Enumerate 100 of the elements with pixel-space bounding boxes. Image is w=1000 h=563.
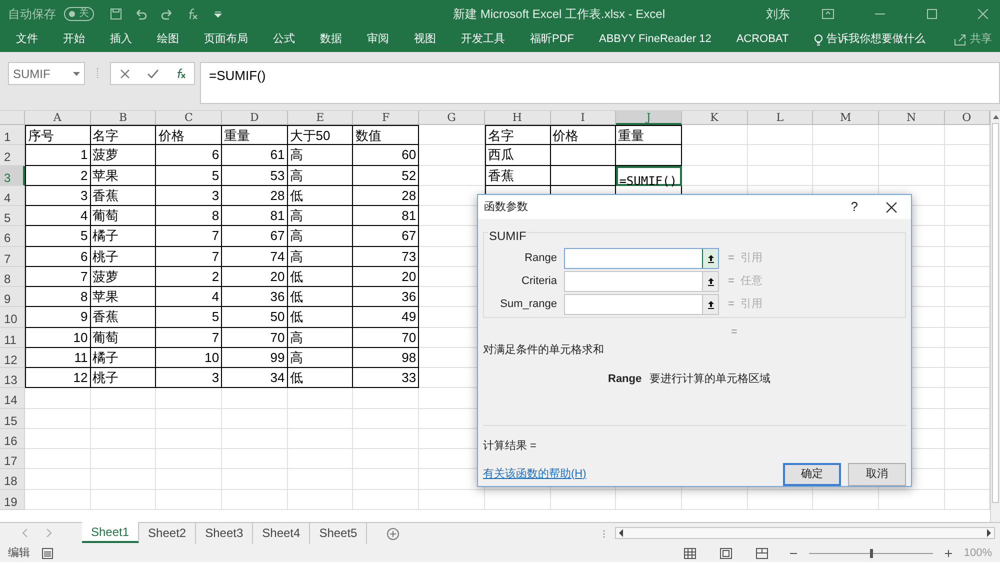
- cancel-icon[interactable]: [120, 68, 130, 78]
- column-header[interactable]: J: [616, 111, 682, 125]
- row-header[interactable]: 15: [0, 408, 25, 429]
- empty-cell: [90, 388, 156, 408]
- column-header[interactable]: E: [288, 111, 354, 125]
- maximize-icon[interactable]: [926, 8, 938, 18]
- row-header[interactable]: 19: [0, 490, 25, 510]
- row-header[interactable]: 1: [0, 125, 25, 146]
- row-header[interactable]: 10: [0, 307, 25, 328]
- cancel-button[interactable]: 取消: [848, 462, 906, 486]
- undo-icon[interactable]: [134, 8, 148, 20]
- ribbon-tab[interactable]: 页面布局: [204, 31, 248, 48]
- ok-button[interactable]: 确定: [783, 462, 841, 486]
- enter-icon[interactable]: [146, 68, 158, 78]
- insert-function-icon[interactable]: [176, 68, 186, 79]
- column-header[interactable]: G: [419, 111, 485, 125]
- horizontal-scrollbar[interactable]: [615, 527, 995, 539]
- row-header[interactable]: 11: [0, 328, 25, 348]
- function-description: 对满足条件的单元格求和: [483, 343, 604, 358]
- empty-cell: [90, 428, 156, 449]
- ribbon-tab[interactable]: 审阅: [367, 31, 389, 48]
- row-header[interactable]: 6: [0, 226, 25, 246]
- argument-field[interactable]: [564, 248, 719, 269]
- function-icon[interactable]: [186, 8, 198, 20]
- table-cell: 28: [222, 186, 288, 206]
- column-header[interactable]: M: [813, 111, 879, 125]
- column-header[interactable]: L: [748, 111, 814, 125]
- page-layout-icon[interactable]: [720, 548, 732, 558]
- customize-icon[interactable]: [214, 10, 222, 18]
- add-sheet-icon[interactable]: [387, 528, 400, 540]
- row-header[interactable]: 8: [0, 266, 25, 287]
- name-box[interactable]: SUMIF: [8, 62, 85, 85]
- column-header[interactable]: A: [25, 111, 91, 125]
- collapse-dialog-icon[interactable]: [706, 254, 714, 263]
- row-header[interactable]: 16: [0, 428, 25, 449]
- column-heading-cell: 大于50: [288, 125, 354, 146]
- vertical-scrollbar[interactable]: [990, 111, 1000, 522]
- table-cell: 低: [288, 368, 354, 388]
- ribbon-tab[interactable]: ABBYY FineReader 12: [599, 31, 712, 48]
- ribbon-tab[interactable]: 插入: [110, 31, 132, 48]
- row-header[interactable]: 9: [0, 287, 25, 308]
- column-header[interactable]: N: [878, 111, 945, 125]
- row-header[interactable]: 13: [0, 368, 25, 388]
- ribbon-tab[interactable]: ACROBAT: [736, 31, 789, 48]
- collapse-dialog-icon[interactable]: [706, 300, 714, 309]
- column-header[interactable]: C: [156, 111, 222, 125]
- row-header[interactable]: 17: [0, 449, 25, 470]
- row-header[interactable]: 7: [0, 246, 25, 267]
- empty-cell: [288, 449, 354, 470]
- argument-field[interactable]: [564, 271, 719, 292]
- help-button[interactable]: ?: [850, 197, 858, 217]
- table-cell: 3: [156, 186, 222, 206]
- column-header[interactable]: F: [353, 111, 420, 125]
- empty-cell: [288, 428, 354, 449]
- empty-cell: [419, 125, 485, 146]
- ribbon-tab[interactable]: 福昕PDF: [530, 31, 574, 48]
- row-header[interactable]: 5: [0, 206, 25, 226]
- close-icon[interactable]: [886, 202, 897, 212]
- ribbon-tab[interactable]: 视图: [414, 31, 436, 48]
- previous-sheet-icon[interactable]: [22, 529, 28, 537]
- row-header[interactable]: 3: [0, 166, 25, 186]
- column-header[interactable]: D: [222, 111, 288, 125]
- formula-input[interactable]: =SUMIF(): [200, 62, 1000, 104]
- table-cell: 6: [25, 246, 91, 267]
- scrollbar-thumb[interactable]: [992, 123, 999, 503]
- ribbon-tab[interactable]: 文件: [16, 31, 38, 48]
- zoom-slider-thumb[interactable]: [870, 548, 873, 558]
- column-header[interactable]: O: [944, 111, 990, 125]
- ribbon-tab[interactable]: 数据: [320, 31, 342, 48]
- empty-cell: [813, 125, 879, 146]
- column-header[interactable]: B: [90, 111, 156, 125]
- normal-view-icon[interactable]: [684, 548, 696, 558]
- sheet-tab[interactable]: Sheet1: [82, 522, 140, 543]
- row-header[interactable]: 18: [0, 469, 25, 490]
- redo-icon[interactable]: [160, 8, 174, 20]
- row-header[interactable]: 4: [0, 186, 25, 206]
- tell-me-search[interactable]: 告诉我你想要做什么: [814, 31, 926, 48]
- ribbon-display-icon[interactable]: [822, 8, 834, 18]
- ribbon-tab[interactable]: 公式: [273, 31, 295, 48]
- dropdown-icon: [73, 72, 80, 76]
- empty-cell: [222, 428, 288, 449]
- macro-record-icon[interactable]: [42, 548, 53, 558]
- collapse-dialog-icon[interactable]: [706, 277, 714, 286]
- row-header[interactable]: 2: [0, 145, 25, 166]
- help-link[interactable]: 有关该函数的帮助(H): [483, 466, 586, 482]
- row-header[interactable]: 14: [0, 388, 25, 408]
- ribbon-tab[interactable]: 绘图: [157, 31, 179, 48]
- ribbon-tab[interactable]: 开始: [63, 31, 85, 48]
- column-header[interactable]: H: [484, 111, 550, 125]
- argument-field[interactable]: [564, 294, 719, 315]
- result-label: 计算结果 =: [483, 439, 536, 454]
- zoom-in-icon[interactable]: [944, 550, 952, 556]
- table-cell: 3: [156, 368, 222, 388]
- row-header[interactable]: 12: [0, 348, 25, 368]
- column-header[interactable]: I: [550, 111, 616, 125]
- save-icon[interactable]: [110, 8, 122, 20]
- column-header[interactable]: K: [682, 111, 748, 125]
- ribbon-tab[interactable]: 开发工具: [461, 31, 505, 48]
- next-sheet-icon[interactable]: [46, 529, 52, 537]
- page-break-icon[interactable]: [756, 548, 768, 558]
